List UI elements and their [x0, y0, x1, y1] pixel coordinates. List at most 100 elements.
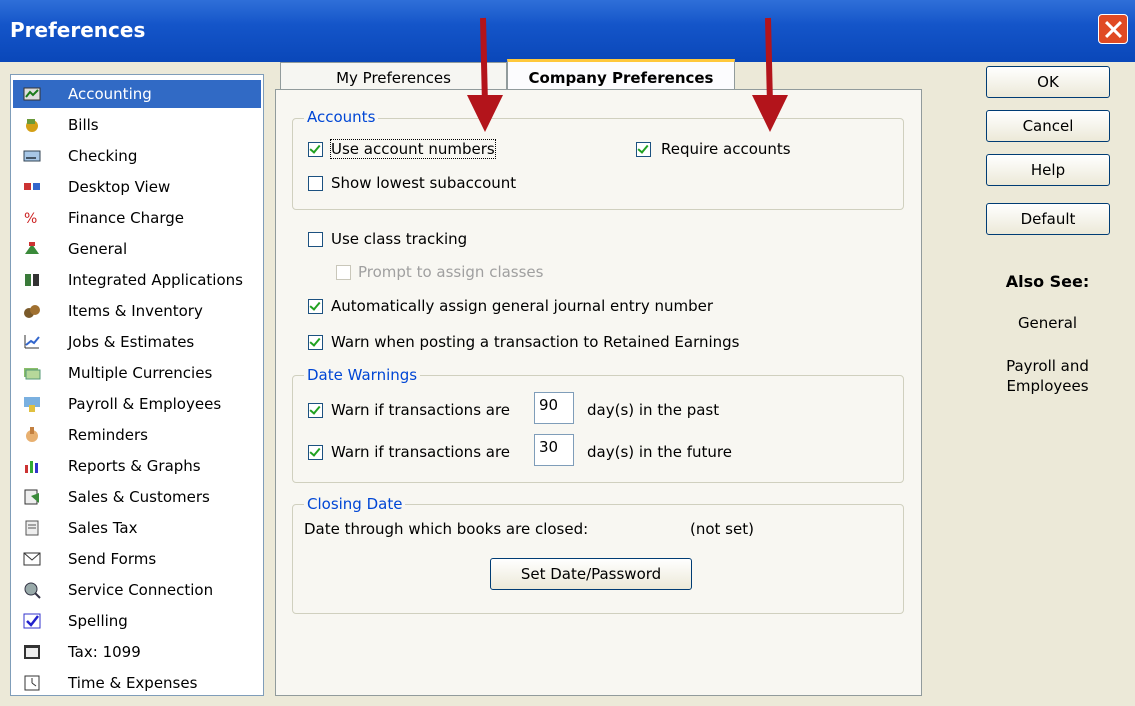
- also-see-heading: Also See:: [1005, 272, 1090, 291]
- sidebar-item-label: General: [68, 240, 128, 258]
- sales-tax-icon: [25, 520, 39, 536]
- sidebar-item-label: Finance Charge: [68, 209, 184, 227]
- service-connection-icon: [24, 582, 41, 599]
- accounting-icon: [23, 87, 41, 101]
- sidebar-item-sales-tax[interactable]: Sales Tax: [13, 514, 261, 542]
- sidebar-item-accounting[interactable]: Accounting: [13, 80, 261, 108]
- sidebar-item-send-forms[interactable]: Send Forms: [13, 545, 261, 573]
- sidebar-item-multiple-currencies[interactable]: Multiple Currencies: [13, 359, 261, 387]
- sidebar-item-integrated-applications[interactable]: Integrated Applications: [13, 266, 261, 294]
- sidebar-item-reminders[interactable]: Reminders: [13, 421, 261, 449]
- past-days-suffix: day(s) in the past: [587, 401, 720, 419]
- sidebar-item-label: Service Connection: [68, 581, 214, 599]
- use-class-tracking-label[interactable]: Use class tracking: [331, 230, 467, 248]
- set-date-password-button[interactable]: Set Date/Password: [490, 558, 692, 590]
- auto-assign-journal-label[interactable]: Automatically assign general journal ent…: [331, 297, 713, 315]
- sidebar-item-label: Sales Tax: [68, 519, 138, 537]
- default-button[interactable]: Default: [986, 203, 1110, 235]
- sidebar-item-label: Items & Inventory: [68, 302, 203, 320]
- sidebar-item-jobs-estimates[interactable]: Jobs & Estimates: [13, 328, 261, 356]
- warn-future-checkbox[interactable]: [308, 445, 323, 460]
- future-days-suffix: day(s) in the future: [587, 443, 732, 461]
- sidebar-item-label: Send Forms: [68, 550, 157, 568]
- cancel-button[interactable]: Cancel: [986, 110, 1110, 142]
- tab-label: Company Preferences: [528, 69, 714, 87]
- sidebar-item-general[interactable]: General: [13, 235, 261, 263]
- warn-future-label[interactable]: Warn if transactions are: [331, 443, 510, 461]
- future-days-input[interactable]: 30: [534, 434, 574, 466]
- close-button[interactable]: [1098, 14, 1128, 44]
- warn-retained-earnings-checkbox[interactable]: [308, 335, 323, 350]
- date-warnings-group: [292, 375, 904, 483]
- sidebar-item-checking[interactable]: Checking: [13, 142, 261, 170]
- warn-past-label[interactable]: Warn if transactions are: [331, 401, 510, 419]
- title-bar[interactable]: Preferences: [0, 0, 1135, 62]
- sidebar-item-label: Time & Expenses: [68, 674, 198, 692]
- sidebar-item-sales-customers[interactable]: Sales & Customers: [13, 483, 261, 511]
- help-button[interactable]: Help: [986, 154, 1110, 186]
- sidebar-item-label: Jobs & Estimates: [68, 333, 195, 351]
- integrated-applications-icon: [25, 274, 39, 286]
- auto-assign-journal-checkbox[interactable]: [308, 299, 323, 314]
- use-account-numbers-checkbox[interactable]: [308, 142, 323, 157]
- sidebar-item-label: Payroll & Employees: [68, 395, 222, 413]
- checking-icon: [23, 150, 41, 162]
- sidebar-item-label: Desktop View: [68, 178, 171, 196]
- sidebar-item-reports-graphs[interactable]: Reports & Graphs: [13, 452, 261, 480]
- show-lowest-subaccount-checkbox[interactable]: [308, 176, 323, 191]
- sidebar-item-label: Multiple Currencies: [68, 364, 213, 382]
- items-inventory-icon: [24, 305, 40, 318]
- sidebar-item-spelling[interactable]: Spelling: [13, 607, 261, 635]
- show-lowest-subaccount-label[interactable]: Show lowest subaccount: [331, 174, 516, 192]
- require-accounts-checkbox[interactable]: [636, 142, 651, 157]
- sales-customers-icon: [24, 489, 39, 505]
- past-days-input[interactable]: 90: [534, 392, 574, 424]
- also-see-link-general[interactable]: General: [975, 314, 1120, 332]
- sidebar-item-items-inventory[interactable]: Items & Inventory: [13, 297, 261, 325]
- date-warnings-title: Date Warnings: [304, 366, 421, 384]
- time-expenses-icon: [24, 675, 40, 691]
- warn-retained-earnings-label[interactable]: Warn when posting a transaction to Retai…: [331, 333, 740, 351]
- require-accounts-label[interactable]: Require accounts: [661, 140, 791, 158]
- sidebar-item-label: Reminders: [68, 426, 148, 444]
- accounts-group-title: Accounts: [304, 108, 379, 126]
- sidebar-item-time-expenses[interactable]: Time & Expenses: [13, 669, 261, 697]
- preferences-window: Preferences Accounting Bills Checking De…: [0, 0, 1135, 706]
- sidebar-item-desktop-view[interactable]: Desktop View: [13, 173, 261, 201]
- prompt-assign-classes-checkbox: [336, 265, 351, 280]
- annotation-arrow-down-icon: [467, 17, 503, 132]
- sidebar-item-label: Spelling: [68, 612, 128, 630]
- sidebar-item-label: Tax: 1099: [68, 643, 141, 661]
- sidebar-item-finance-charge[interactable]: % Finance Charge: [13, 204, 261, 232]
- use-class-tracking-checkbox[interactable]: [308, 232, 323, 247]
- preferences-panel: Accounts Use account numbers Require acc…: [275, 89, 922, 696]
- reminders-icon: [26, 427, 38, 442]
- also-see-link-payroll[interactable]: Payroll and Employees: [975, 356, 1120, 396]
- prompt-assign-classes-label: Prompt to assign classes: [358, 263, 544, 281]
- ok-button[interactable]: OK: [986, 66, 1110, 98]
- general-icon: [25, 242, 39, 254]
- sidebar-item-payroll-employees[interactable]: Payroll & Employees: [13, 390, 261, 418]
- sidebar-item-label: Bills: [68, 116, 99, 134]
- tax-1099-icon: [24, 645, 40, 659]
- sidebar-item-label: Accounting: [68, 85, 152, 103]
- preferences-category-list: Accounting Bills Checking Desktop View %…: [10, 74, 264, 696]
- sidebar-item-label: Checking: [68, 147, 138, 165]
- spelling-icon: [23, 613, 41, 629]
- desktop-view-icon: [24, 183, 40, 190]
- closing-date-title: Closing Date: [304, 495, 406, 513]
- closing-date-value: (not set): [690, 520, 754, 538]
- accounts-group: [292, 118, 904, 210]
- jobs-estimates-icon: [24, 335, 40, 349]
- dialog-body: Accounting Bills Checking Desktop View %…: [0, 59, 1135, 706]
- warn-past-checkbox[interactable]: [308, 403, 323, 418]
- sidebar-item-bills[interactable]: Bills: [13, 111, 261, 139]
- sidebar-item-service-connection[interactable]: Service Connection: [13, 576, 261, 604]
- closing-date-label: Date through which books are closed:: [304, 520, 589, 538]
- annotation-arrow-down-icon: [752, 17, 788, 132]
- svg-text:%: %: [24, 211, 37, 227]
- use-account-numbers-label[interactable]: Use account numbers: [330, 139, 496, 159]
- sidebar-item-tax-1099[interactable]: Tax: 1099: [13, 638, 261, 666]
- multiple-currencies-icon: [24, 368, 41, 380]
- send-forms-icon: [23, 552, 41, 566]
